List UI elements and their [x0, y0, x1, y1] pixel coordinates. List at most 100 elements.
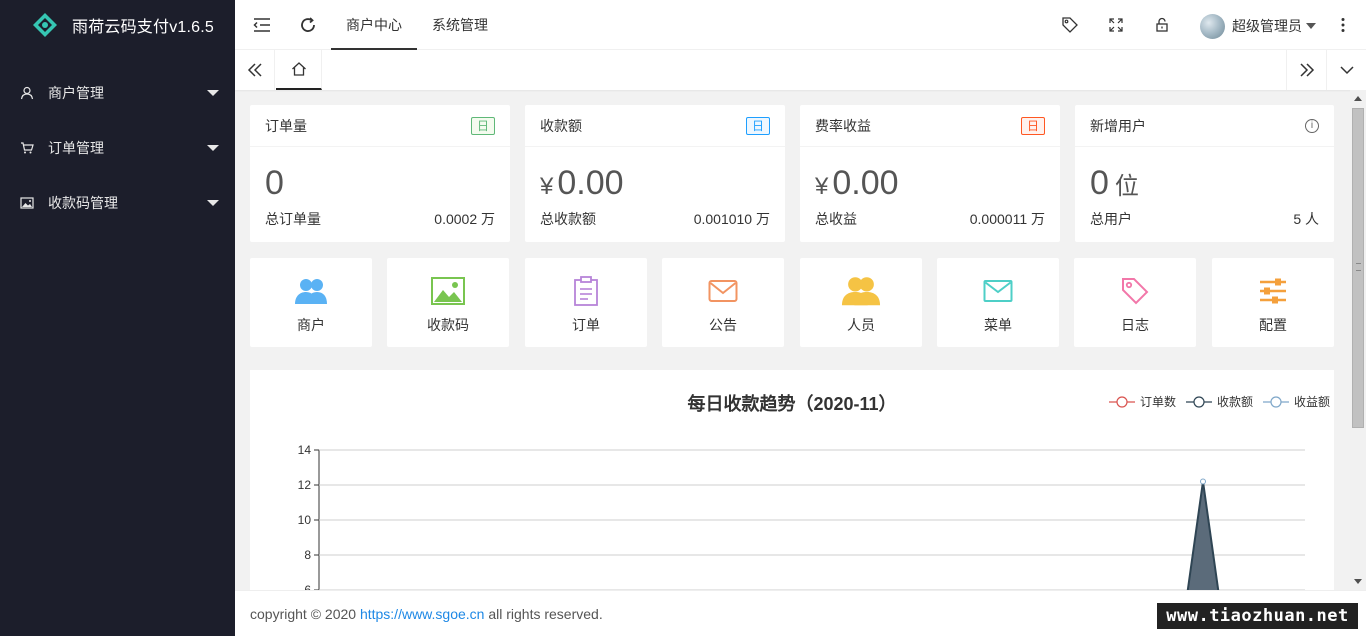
stat-card-revenue: 收款额 日 ¥0.00 总收款额 0.001010 万 [525, 105, 785, 242]
site-link[interactable]: https://www.sgoe.cn [360, 606, 485, 622]
people-icon [841, 277, 881, 306]
scroll-down-arrow-icon[interactable] [1354, 579, 1362, 584]
sidebar-item-merchant[interactable]: 商户管理 [0, 65, 235, 120]
info-icon[interactable]: i [1305, 118, 1319, 133]
scroll-tabs-left-button[interactable] [235, 50, 275, 90]
refresh-icon[interactable] [298, 15, 318, 35]
data-point[interactable] [1200, 478, 1206, 485]
shortcut-label: 日志 [1121, 317, 1149, 333]
y-tick-label: 6 [304, 583, 311, 590]
stat-title: 新增用户 [1090, 117, 1146, 134]
page-tabs-bar [235, 50, 1366, 90]
user-menu[interactable]: 超级管理员 [1200, 13, 1316, 39]
y-tick-label: 8 [304, 548, 311, 562]
app-title: 雨荷云码支付v1.6.5 [72, 19, 214, 36]
caret-down-icon [207, 200, 219, 206]
sliders-icon [1260, 278, 1286, 304]
stat-value: 0 [1090, 164, 1109, 202]
shortcut-log[interactable]: 日志 [1074, 258, 1196, 347]
shortcut-label: 公告 [709, 317, 737, 333]
stat-value: 0 [265, 164, 284, 202]
scroll-tabs-right-button[interactable] [1286, 50, 1326, 90]
period-badge: 日 [1020, 116, 1045, 135]
shortcut-config[interactable]: 配置 [1212, 258, 1334, 347]
stat-foot-value: 0.000011 万 [969, 211, 1045, 227]
sidebar-item-orders[interactable]: 订单管理 [0, 120, 235, 175]
avatar [1200, 13, 1225, 39]
shortcut-label: 菜单 [984, 317, 1012, 333]
lock-icon[interactable] [1152, 15, 1172, 35]
image-icon [20, 196, 34, 209]
shortcut-label: 收款码 [427, 317, 469, 333]
stat-foot-label: 总收款额 [540, 211, 596, 227]
sidebar-item-label: 收款码管理 [48, 194, 118, 211]
tag-icon [1122, 278, 1149, 305]
shortcut-label: 商户 [297, 317, 325, 333]
fullscreen-icon[interactable] [1106, 15, 1126, 35]
shortcut-announcement[interactable]: 公告 [662, 258, 784, 347]
currency-symbol: ¥ [540, 173, 554, 200]
users-icon [295, 279, 327, 304]
tab-merchant-center[interactable]: 商户中心 [331, 0, 417, 50]
stat-title: 订单量 [265, 117, 307, 134]
user-icon [20, 86, 34, 99]
period-badge: 日 [470, 116, 495, 135]
shortcut-menu[interactable]: 菜单 [937, 258, 1059, 347]
y-tick-label: 10 [298, 513, 312, 527]
stat-value: 0.00 [557, 164, 624, 202]
stat-foot-value: 0.0002 万 [434, 211, 495, 227]
shortcut-merchant[interactable]: 商户 [250, 258, 372, 347]
shortcut-staff[interactable]: 人员 [800, 258, 922, 347]
rights-text: all rights reserved. [484, 606, 603, 622]
stat-foot-label: 总收益 [815, 211, 857, 227]
mail-icon [708, 280, 738, 302]
sidebar: 雨荷云码支付v1.6.5 商户管理 订单管理 收款码管理 [0, 0, 235, 636]
y-tick-label: 14 [298, 443, 312, 457]
currency-symbol: ¥ [815, 173, 829, 200]
envelope-icon [983, 280, 1013, 302]
more-vertical-icon[interactable] [1333, 15, 1353, 35]
tab-home[interactable] [276, 50, 322, 90]
scroll-up-arrow-icon[interactable] [1354, 96, 1362, 101]
stat-foot-label: 总订单量 [265, 211, 321, 227]
logo[interactable]: 雨荷云码支付v1.6.5 [0, 0, 235, 50]
stat-card-new-users: 新增用户 i 0位 总用户 5 人 [1075, 105, 1334, 242]
caret-down-icon [207, 90, 219, 96]
chevron-down-icon [1339, 66, 1354, 75]
cart-icon [21, 141, 34, 153]
stat-foot-value: 5 人 [1293, 211, 1319, 227]
caret-down-icon [1306, 23, 1316, 29]
logo-icon [33, 13, 57, 37]
copyright-text: copyright © 2020 [250, 606, 360, 622]
clipboard-icon [574, 276, 598, 306]
menu-collapse-icon[interactable] [252, 15, 272, 35]
stat-suffix: 位 [1114, 173, 1139, 200]
stat-value: 0.00 [832, 164, 899, 202]
main-content: 订单量 日 0 总订单量 0.0002 万 收款额 日 ¥0.00 总收款额 0… [235, 90, 1350, 590]
scrollbar-thumb[interactable] [1352, 108, 1364, 428]
double-chevron-right-icon [1299, 63, 1314, 77]
stat-title: 费率收益 [815, 117, 871, 134]
sidebar-item-label: 订单管理 [48, 139, 104, 156]
shortcut-label: 人员 [847, 317, 875, 333]
tab-system-management[interactable]: 系统管理 [417, 0, 503, 50]
period-badge: 日 [745, 116, 770, 135]
user-name: 超级管理员 [1232, 18, 1302, 34]
stat-title: 收款额 [540, 117, 582, 134]
tag-icon[interactable] [1060, 15, 1080, 35]
stat-foot-value: 0.001010 万 [693, 211, 770, 227]
picture-icon [431, 277, 465, 305]
shortcut-label: 订单 [572, 317, 600, 333]
watermark: www.tiaozhuan.net [1157, 603, 1358, 629]
tab-options-button[interactable] [1326, 50, 1366, 90]
page-scrollbar[interactable] [1350, 90, 1366, 590]
daily-revenue-chart-card: 每日收款趋势（2020-11） 订单数 收款额 收益额 14121086 [250, 370, 1334, 590]
shortcut-qrcode[interactable]: 收款码 [387, 258, 509, 347]
stat-foot-label: 总用户 [1090, 211, 1132, 227]
caret-down-icon [207, 145, 219, 151]
sidebar-item-qrcodes[interactable]: 收款码管理 [0, 175, 235, 230]
top-header: 商户中心 系统管理 超级管理员 [235, 0, 1366, 50]
shortcut-orders[interactable]: 订单 [525, 258, 647, 347]
shortcut-label: 配置 [1259, 317, 1287, 333]
y-tick-label: 12 [298, 478, 312, 492]
